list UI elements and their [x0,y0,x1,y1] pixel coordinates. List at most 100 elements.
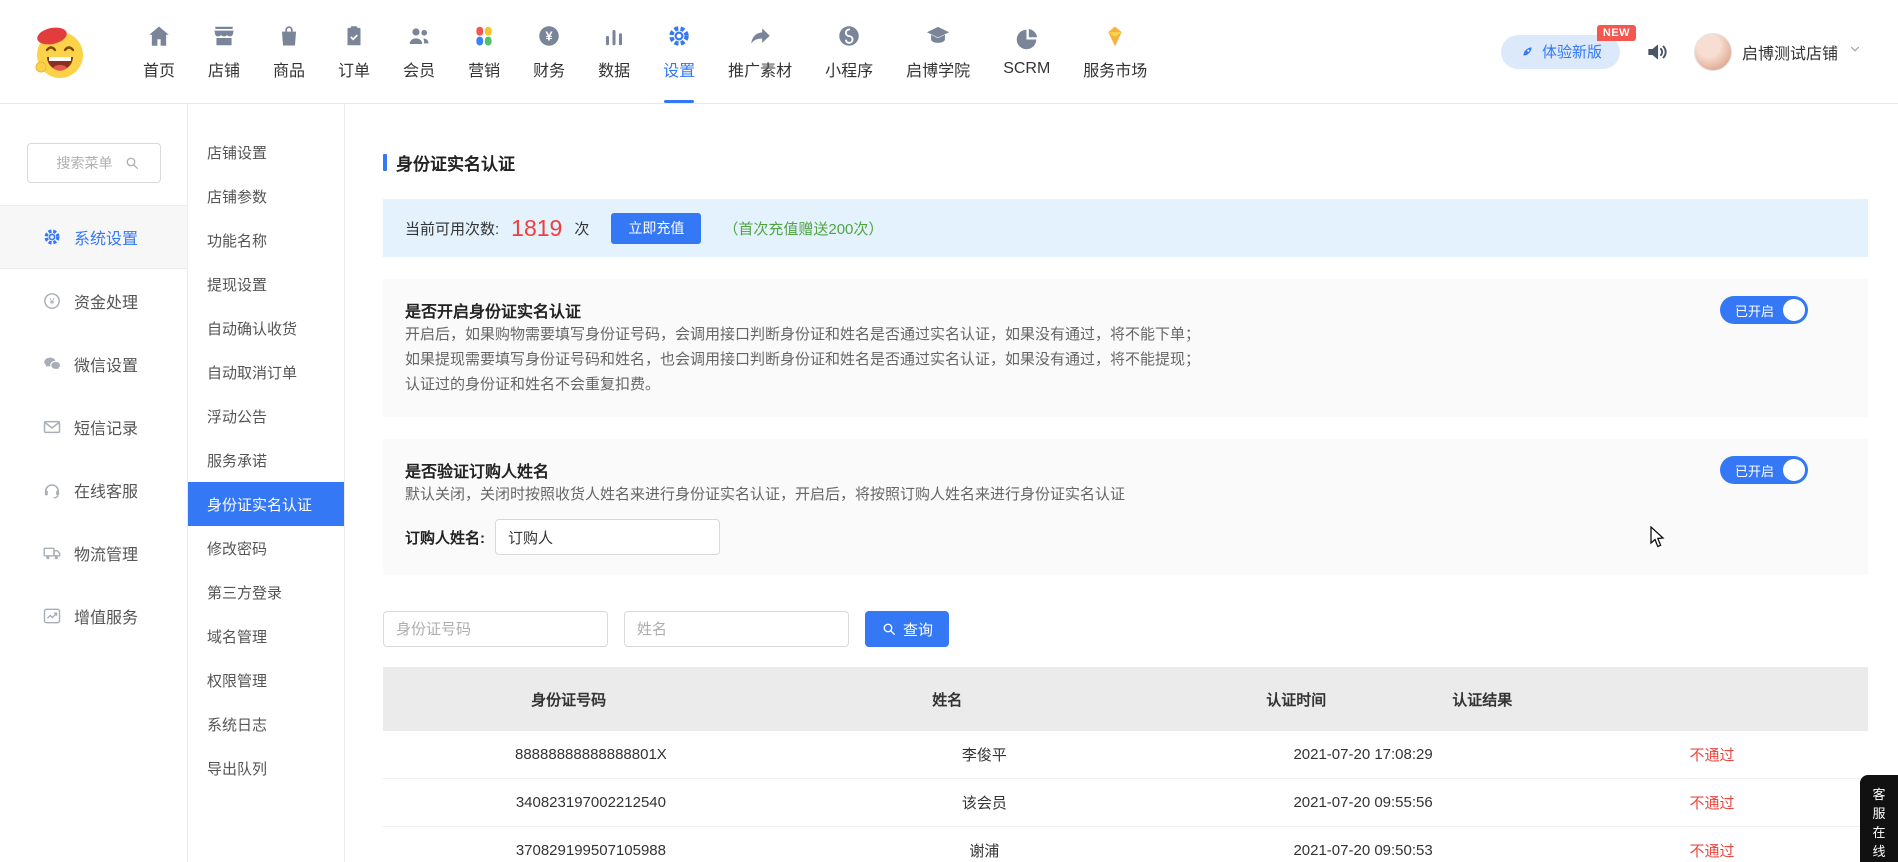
buyer-name-input[interactable] [495,519,720,555]
nav-icon [666,23,692,50]
query-button[interactable]: 查询 [865,611,949,647]
menu-search-box[interactable] [27,143,161,183]
brand-logo-laughing-emoji[interactable] [30,23,88,81]
nav-item-shop[interactable]: 店铺 [205,0,243,103]
submenu-item[interactable]: 服务承诺 [188,438,344,482]
announcement-speaker-icon[interactable] [1644,39,1670,65]
sidebar-item-icon [42,354,62,374]
nav-icon [211,23,237,50]
main-content: 身份证实名认证 当前可用次数: 1819 次 立即充值 （首次充值赠送200次）… [345,104,1898,862]
nav-item-scrm[interactable]: SCRM [1000,0,1053,103]
nav-item-promo-material[interactable]: 推广素材 [725,0,795,103]
cell-auth-time: 2021-07-20 09:55:56 [1170,794,1556,811]
table-header-cell: 身份证号码 [383,689,754,710]
sidebar-item-sms[interactable]: 短信记录 [0,395,187,458]
nav-icon [341,23,367,50]
submenu-item[interactable]: 浮动公告 [188,394,344,438]
search-icon [881,621,897,637]
primary-sidebar-items: 系统设置 资金处理 微信设置 短信记录 [0,206,187,647]
table-header-row: 身份证号码姓名认证时间认证结果 [383,667,1868,731]
submenu-item[interactable]: 店铺参数 [188,174,344,218]
submenu-item[interactable]: 权限管理 [188,658,344,702]
submenu-item[interactable]: 店铺设置 [188,130,344,174]
submenu-item[interactable]: 系统日志 [188,702,344,746]
nav-item-settings[interactable]: 设置 [660,0,698,103]
cell-auth-time: 2021-07-20 17:08:29 [1170,746,1556,763]
nav-item-service-market[interactable]: 服务市场 [1080,0,1150,103]
nav-icon [747,23,773,50]
filter-row: 查询 [383,611,1868,647]
submenu-item[interactable]: 自动取消订单 [188,350,344,394]
avatar [1694,33,1732,71]
id-auth-toggle[interactable]: 已开启 [1720,296,1808,324]
sidebar-item-online-service[interactable]: 在线客服 [0,458,187,521]
title-accent-bar [383,154,387,171]
id-auth-section: 是否开启身份证实名认证 开启后，如果购物需要填写身份证号码，会调用接口判断身份证… [383,279,1868,417]
submenu-item[interactable]: 自动确认收货 [188,306,344,350]
auth-records-table: 身份证号码姓名认证时间认证结果 88888888888888801X 李俊平 2… [383,667,1868,862]
quota-label: 当前可用次数: [405,218,499,239]
nav-icon [925,23,951,50]
nav-icon [1014,26,1040,53]
cell-auth-result: 不通过 [1556,744,1868,765]
customer-service-tab[interactable]: 客服在线 [1860,775,1898,862]
name-filter-input[interactable] [624,611,849,647]
cell-name: 李俊平 [799,744,1170,765]
cell-auth-time: 2021-07-20 09:50:53 [1170,842,1556,859]
account-menu[interactable]: 启博测试店铺 [1694,33,1862,71]
table-row: 340823197002212540 该会员 2021-07-20 09:55:… [383,779,1868,827]
nav-item-mini-program[interactable]: 小程序 [822,0,876,103]
sidebar-item-icon [42,417,62,437]
navbar-right: 体验新版 NEW 启博测试店铺 [1501,33,1862,71]
recharge-button[interactable]: 立即充值 [611,213,701,244]
submenu-item[interactable]: 域名管理 [188,614,344,658]
table-row: 370829199507105988 谢浦 2021-07-20 09:50:5… [383,827,1868,862]
submenu-item[interactable]: 功能名称 [188,218,344,262]
submenu-item[interactable]: 第三方登录 [188,570,344,614]
menu-search-input[interactable] [28,144,160,182]
search-icon [124,155,140,171]
nav-item-members[interactable]: 会员 [400,0,438,103]
top-navbar: 首页 店铺 商品 订单 会员 [0,0,1898,104]
id-auth-line-2: 如果提现需要填写身份证号码和姓名，也会调用接口判断身份证和姓名是否通过实名认证，… [405,347,1846,372]
submenu-item[interactable]: 导出队列 [188,746,344,790]
page-body: 系统设置 资金处理 微信设置 短信记录 [0,104,1898,862]
secondary-sidebar: 店铺设置 店铺参数 功能名称 提现设置 自动确认收货 [188,104,345,862]
table-body: 88888888888888801X 李俊平 2021-07-20 17:08:… [383,731,1868,862]
sidebar-item-icon [42,480,62,500]
nav-item-orders[interactable]: 订单 [335,0,373,103]
quota-banner: 当前可用次数: 1819 次 立即充值 （首次充值赠送200次） [383,199,1868,257]
nav-item-marketing[interactable]: 营销 [465,0,503,103]
sidebar-item-system-settings[interactable]: 系统设置 [0,206,187,269]
submenu-item[interactable]: 修改密码 [188,526,344,570]
sidebar-item-funds[interactable]: 资金处理 [0,269,187,332]
nav-item-home[interactable]: 首页 [140,0,178,103]
nav-icon [601,23,627,50]
table-row: 88888888888888801X 李俊平 2021-07-20 17:08:… [383,731,1868,779]
submenu-item[interactable]: 提现设置 [188,262,344,306]
nav-item-goods[interactable]: 商品 [270,0,308,103]
table-header-cell: 认证结果 [1452,689,1512,710]
cell-name: 谢浦 [799,840,1170,861]
page-title: 身份证实名认证 [396,150,515,175]
nav-item-academy[interactable]: 启博学院 [903,0,973,103]
nav-icon [146,23,172,50]
sidebar-item-wechat[interactable]: 微信设置 [0,332,187,395]
rocket-icon [1519,44,1535,60]
sidebar-item-icon [42,227,62,247]
verify-name-title: 是否验证订购人姓名 [405,458,1846,482]
main-nav: 首页 店铺 商品 订单 会员 [140,0,1150,103]
buyer-name-label: 订购人姓名: [405,527,485,548]
try-new-version-button[interactable]: 体验新版 NEW [1501,35,1620,69]
nav-item-finance[interactable]: 财务 [530,0,568,103]
nav-item-data[interactable]: 数据 [595,0,633,103]
toggle-knob [1783,299,1805,321]
cell-id-number: 340823197002212540 [383,794,799,811]
submenu-item[interactable]: 身份证实名认证 [188,482,344,526]
id-number-filter-input[interactable] [383,611,608,647]
sidebar-item-icon [42,543,62,563]
sidebar-item-value-added[interactable]: 增值服务 [0,584,187,647]
verify-name-toggle[interactable]: 已开启 [1720,456,1808,484]
toggle-knob [1783,459,1805,481]
sidebar-item-logistics[interactable]: 物流管理 [0,521,187,584]
